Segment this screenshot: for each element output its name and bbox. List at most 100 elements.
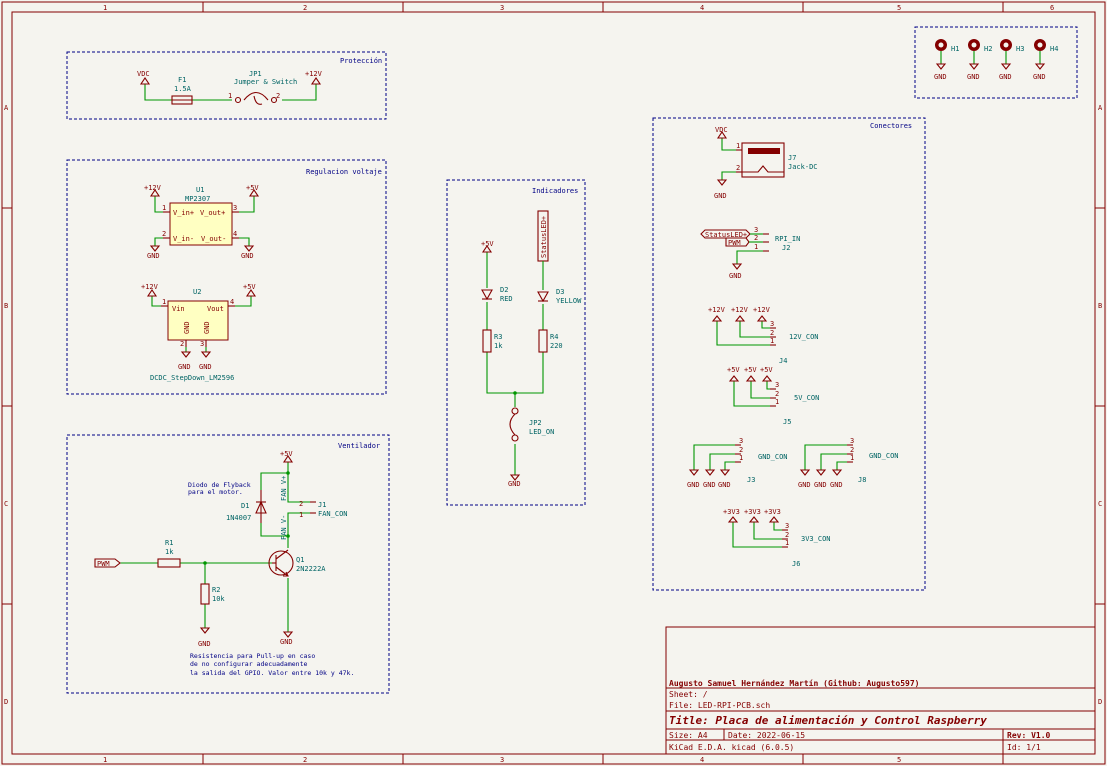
resistor-r4: [538, 329, 548, 353]
q1-ref: Q1: [296, 556, 304, 564]
j2-pwm-label: PWM: [728, 239, 741, 247]
r1-ref: R1: [165, 539, 173, 547]
j8-ref: J8: [858, 476, 866, 484]
u2-ref: U2: [193, 288, 201, 296]
h1-ref: H1: [951, 45, 959, 53]
u1-pin4: 4: [233, 230, 237, 238]
j4-pin2: 2: [770, 329, 774, 337]
d2-value: RED: [500, 295, 513, 303]
grid-col-3: 3: [500, 4, 504, 12]
gnd-j2: GND: [729, 272, 742, 280]
note-pullup-2: de no configurar adecuadamente: [190, 660, 307, 668]
j8-pin2: 2: [850, 446, 854, 454]
jp2-ref: JP2: [529, 419, 542, 427]
gnd-j8-b: GND: [814, 481, 827, 489]
power-5v-u1: +5V: [246, 184, 259, 192]
j8-pin1: 1: [850, 454, 854, 462]
power-3v3-j6-c: +3V3: [764, 508, 781, 516]
jumper-jp2: [509, 413, 516, 436]
jumper-jp1: [243, 91, 269, 101]
gnd-j7: GND: [714, 192, 727, 200]
h4-ref: H4: [1050, 45, 1058, 53]
j2-pin2: 2: [754, 234, 758, 242]
grid-col-2-bottom: 2: [303, 756, 307, 764]
gnd-j3-c: GND: [718, 481, 731, 489]
r1-value: 1k: [165, 548, 174, 556]
connector-j3: [688, 444, 741, 476]
mounting-hole-h2-icon: [968, 39, 980, 70]
gnd-h4: GND: [1033, 73, 1046, 81]
j6-pin2: 2: [785, 531, 789, 539]
power-12v-u1: +12V: [144, 184, 162, 192]
j5-ref: J5: [783, 418, 791, 426]
frame-ticks: [2, 2, 1105, 764]
u1-pin3: 3: [233, 204, 237, 212]
mounting-hole-h3-icon: [1000, 39, 1012, 70]
j3-pin3: 3: [739, 437, 743, 445]
r2-value: 10k: [212, 595, 225, 603]
j7-pin1: 1: [736, 142, 740, 150]
power-12v-j4-c: +12V: [753, 306, 771, 314]
j4-ref: J4: [779, 357, 787, 365]
mounting-holes: [935, 39, 1046, 70]
d3-value: YELLOW: [556, 297, 582, 305]
gnd-u2-2: GND: [199, 363, 212, 371]
section-indicadores-title: Indicadores: [532, 187, 578, 195]
h3-ref: H3: [1016, 45, 1024, 53]
gnd-led: GND: [508, 480, 521, 488]
gnd-r2: GND: [198, 640, 211, 648]
u2-pin-vin: Vin: [172, 305, 185, 313]
h2-ref: H2: [984, 45, 992, 53]
grid-col-4-bottom: 4: [700, 756, 704, 764]
j7-ref: J7: [788, 154, 796, 162]
tb-sheet: Sheet: /: [669, 690, 708, 699]
grid-col-1-bottom: 1: [103, 756, 107, 764]
q1-value: 2N2222A: [296, 565, 326, 573]
connector-j4: [711, 315, 776, 346]
u1-ref: U1: [196, 186, 204, 194]
d3-ref: D3: [556, 288, 564, 296]
resistor-r2: [200, 583, 210, 605]
j3-pin1: 1: [739, 454, 743, 462]
section-regulacion-title: Regulacion voltaje: [306, 168, 382, 176]
power-5v-j5-b: +5V: [744, 366, 757, 374]
power-5v-j5-c: +5V: [760, 366, 773, 374]
grid-row-b: B: [4, 302, 8, 310]
j7-pin2: 2: [736, 164, 740, 172]
j4-pin3: 3: [770, 320, 774, 328]
tb-author: Augusto Samuel Hernández Martín (Github:…: [669, 678, 919, 688]
net-fan-vp: FAN_V+: [280, 476, 288, 501]
u2-pin-vout: Vout: [207, 305, 224, 313]
power-5v-fan: +5V: [280, 450, 293, 458]
gnd-h1: GND: [934, 73, 947, 81]
u2-pin1: 1: [162, 298, 166, 306]
gnd-j3-b: GND: [703, 481, 716, 489]
note-flyback-2: para el motor.: [188, 488, 243, 496]
grid-row-a: A: [4, 104, 9, 112]
led-d3: [537, 291, 549, 303]
gnd-u2-1: GND: [178, 363, 191, 371]
j2-value: RPI_IN: [775, 235, 800, 243]
power-12v-1: +12V: [305, 70, 323, 78]
jp1-value: Jumper & Switch: [234, 78, 297, 86]
connector-j6: [727, 516, 788, 548]
j5-pin1: 1: [775, 398, 779, 406]
j8-value: GND_CON: [869, 452, 899, 460]
j2-pin1: 1: [754, 243, 758, 251]
grid-col-2: 2: [303, 4, 307, 12]
j2-statusled-label: StatusLED+: [705, 231, 747, 239]
j1-pin2: 2: [299, 500, 303, 508]
gnd-h2: GND: [967, 73, 980, 81]
mounting-hole-h1-icon: [935, 39, 947, 70]
j1-value: FAN_CON: [318, 510, 348, 518]
section-conectores-title: Conectores: [870, 122, 912, 130]
fuse-ref: F1: [178, 76, 186, 84]
power-3v3-j6-a: +3V3: [723, 508, 740, 516]
power-5v-j5-a: +5V: [727, 366, 740, 374]
tb-size: Size: A4: [669, 731, 708, 740]
power-12v-j4-b: +12V: [731, 306, 749, 314]
r4-ref: R4: [550, 333, 558, 341]
fuse-value: 1.5A: [174, 85, 192, 93]
power-12v-u2: +12V: [141, 283, 159, 291]
j4-pin1: 1: [770, 337, 774, 345]
